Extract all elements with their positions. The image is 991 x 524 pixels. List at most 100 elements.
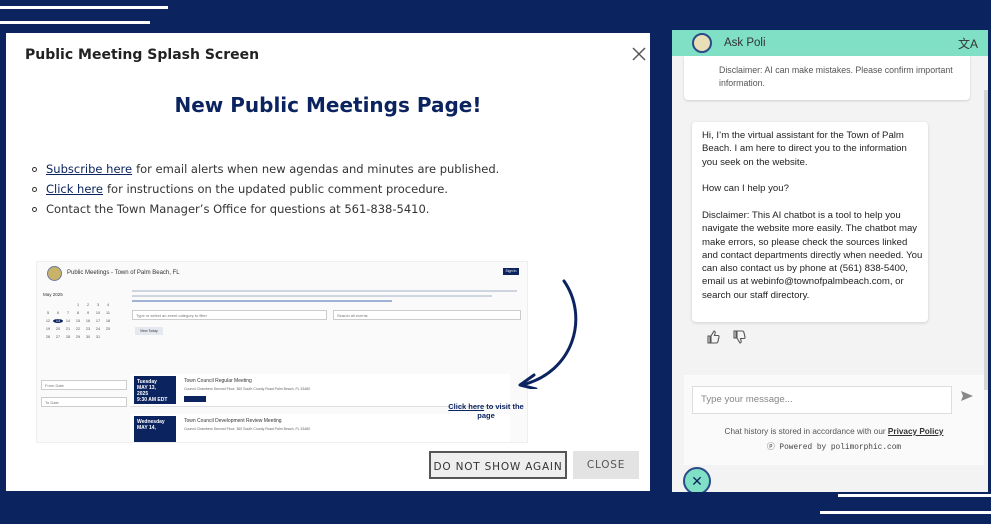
preview-calendar-day: 7 <box>66 311 70 315</box>
preview-event-date: Tuesday MAY 13, 2025 9:30 AM EDT <box>134 376 176 404</box>
splash-modal: Public Meeting Splash Screen New Public … <box>6 33 650 491</box>
list-item-text: for instructions on the updated public c… <box>106 182 448 196</box>
preview-calendar-day: 1 <box>76 303 80 307</box>
bullet-icon <box>32 186 37 192</box>
preview-calendar-day: 18 <box>105 319 111 323</box>
preview-calendar-day: 16 <box>85 319 91 323</box>
preview-calendar-day: 20 <box>55 327 61 331</box>
preview-signin-button: Sign In <box>503 268 519 275</box>
preview-calendar-day <box>103 335 113 339</box>
list-item: Subscribe here for email alerts when new… <box>32 159 499 179</box>
instructions-link[interactable]: Click here <box>46 179 103 199</box>
preview-view-today: View Today <box>135 327 163 335</box>
preview-calendar-day <box>53 303 63 307</box>
translate-icon[interactable]: 文A <box>958 35 978 52</box>
preview-calendar-day: 3 <box>96 303 100 307</box>
powered-by-text: Powered by polimorphic.com <box>779 444 902 452</box>
preview-calendar-day: 30 <box>85 335 91 339</box>
preview-calendar-day: 27 <box>55 335 61 339</box>
decor-line <box>838 494 991 497</box>
bullet-icon <box>32 206 37 212</box>
send-icon[interactable] <box>960 390 974 402</box>
message-input[interactable]: Type your message... <box>692 386 952 414</box>
preview-calendar-day: 19 <box>45 327 51 331</box>
chat-scrollbar[interactable] <box>984 90 988 390</box>
modal-title: Public Meeting Splash Screen <box>25 47 260 63</box>
preview-calendar-day: 22 <box>75 327 81 331</box>
preview-calendar-grid: 1 2 3 4 5 6 7 8 9 10 11 12 13 14 15 16 17 18 19 20 21 22 23 24 2… <box>43 303 121 339</box>
preview-calendar-day: 29 <box>75 335 81 339</box>
preview-calendar-day: 9 <box>86 311 90 315</box>
preview-calendar-day: 8 <box>76 311 80 315</box>
chat-message: Hi, I’m the virtual assistant for the To… <box>692 122 928 322</box>
do-not-show-again-button[interactable]: DO NOT SHOW AGAIN <box>429 451 567 479</box>
preview-calendar-day: 11 <box>106 311 110 315</box>
preview-calendar-day: 23 <box>85 327 91 331</box>
preview-calendar-day: 17 <box>95 319 101 323</box>
disclaimer-banner: Disclaimer: AI can make mistakes. Please… <box>684 56 970 100</box>
decor-line <box>0 21 150 24</box>
message-help: How can I help you? <box>702 183 789 194</box>
preview-calendar-day: 12 <box>45 319 51 323</box>
preview-event-title: Town Council Regular Meeting <box>184 378 252 384</box>
subscribe-link[interactable]: Subscribe here <box>46 159 132 179</box>
message-disclaimer: Disclaimer: This AI chatbot is a tool to… <box>702 210 923 301</box>
chat-footer: Type your message... Chat history is sto… <box>684 375 984 465</box>
preview-calendar-day: 6 <box>56 311 60 315</box>
preview-site-title: Public Meetings - Town of Palm Beach, FL <box>67 270 180 276</box>
preview-header: Public Meetings - Town of Palm Beach, FL… <box>37 262 527 284</box>
chat-history-note: Chat history is stored in accordance wit… <box>684 427 984 436</box>
preview-text-line <box>132 300 392 302</box>
thumbs-down-icon[interactable] <box>732 330 746 344</box>
preview-to-date: To Date <box>41 397 127 407</box>
preview-calendar-day: 13 <box>53 319 63 323</box>
preview-calendar-day <box>63 303 73 307</box>
chatbot-name: Ask Poli <box>724 37 766 49</box>
list-item-text: Contact the Town Manager’s Office for qu… <box>46 202 430 216</box>
modal-heading: New Public Meetings Page! <box>174 93 482 117</box>
visit-page-link[interactable]: Click here <box>448 402 484 411</box>
info-list: Subscribe here for email alerts when new… <box>32 159 499 219</box>
preview-calendar: May 2025 1 2 3 4 5 6 7 8 9 10 11 12 13 14 15 16 17 18 19 20… <box>43 292 121 362</box>
preview-calendar-day: 31 <box>95 335 101 339</box>
chat-header: Ask Poli 文A <box>672 30 988 56</box>
close-chat-button[interactable]: ✕ <box>683 467 711 492</box>
preview-event-title: Town Council Development Review Meeting <box>184 418 282 424</box>
polimorphic-icon: ⓟ <box>766 444 775 452</box>
powered-by[interactable]: ⓟ Powered by polimorphic.com <box>684 441 984 452</box>
message-intro: Hi, I’m the virtual assistant for the To… <box>702 130 907 168</box>
visit-page-text: to visit the page <box>477 402 524 420</box>
preview-calendar-day: 4 <box>106 303 110 307</box>
chat-panel: Ask Poli 文A Disclaimer: AI can make mist… <box>672 30 988 492</box>
decor-line <box>820 511 991 514</box>
chat-history-text: Chat history is stored in accordance wit… <box>724 427 886 436</box>
meetings-page-preview[interactable]: Public Meetings - Town of Palm Beach, FL… <box>36 261 528 443</box>
preview-event-location: Council Chambers Second Floor, 360 South… <box>184 387 311 391</box>
preview-calendar-day: 28 <box>65 335 71 339</box>
preview-calendar-day: 14 <box>65 319 71 323</box>
preview-text-line <box>132 295 492 297</box>
curved-arrow-icon <box>518 279 578 389</box>
privacy-policy-link[interactable]: Privacy Policy <box>888 427 944 436</box>
close-button[interactable]: CLOSE <box>573 451 639 479</box>
preview-calendar-day: 10 <box>95 311 101 315</box>
preview-calendar-day: 2 <box>86 303 90 307</box>
chatbot-avatar <box>692 33 712 53</box>
close-icon[interactable] <box>630 45 648 63</box>
preview-search-field: Search all events <box>333 310 521 320</box>
preview-calendar-day: 25 <box>105 327 111 331</box>
preview-calendar-day: 5 <box>46 311 50 315</box>
preview-calendar-day: 21 <box>65 327 71 331</box>
preview-calendar-day <box>43 303 53 307</box>
preview-calendar-day: 26 <box>45 335 51 339</box>
preview-event-date: Wednesday MAY 14, <box>134 416 176 442</box>
visit-page-callout[interactable]: Click here to visit the page <box>445 402 527 420</box>
preview-calendar-month: May 2025 <box>43 292 63 297</box>
decor-line <box>0 6 168 9</box>
preview-calendar-day: 15 <box>75 319 81 323</box>
list-item: Contact the Town Manager’s Office for qu… <box>32 199 499 219</box>
thumbs-up-icon[interactable] <box>706 330 720 344</box>
bullet-icon <box>32 166 37 172</box>
preview-from-date: From Date <box>41 380 127 390</box>
disclaimer-text: Disclaimer: AI can make mistakes. Please… <box>719 65 953 88</box>
